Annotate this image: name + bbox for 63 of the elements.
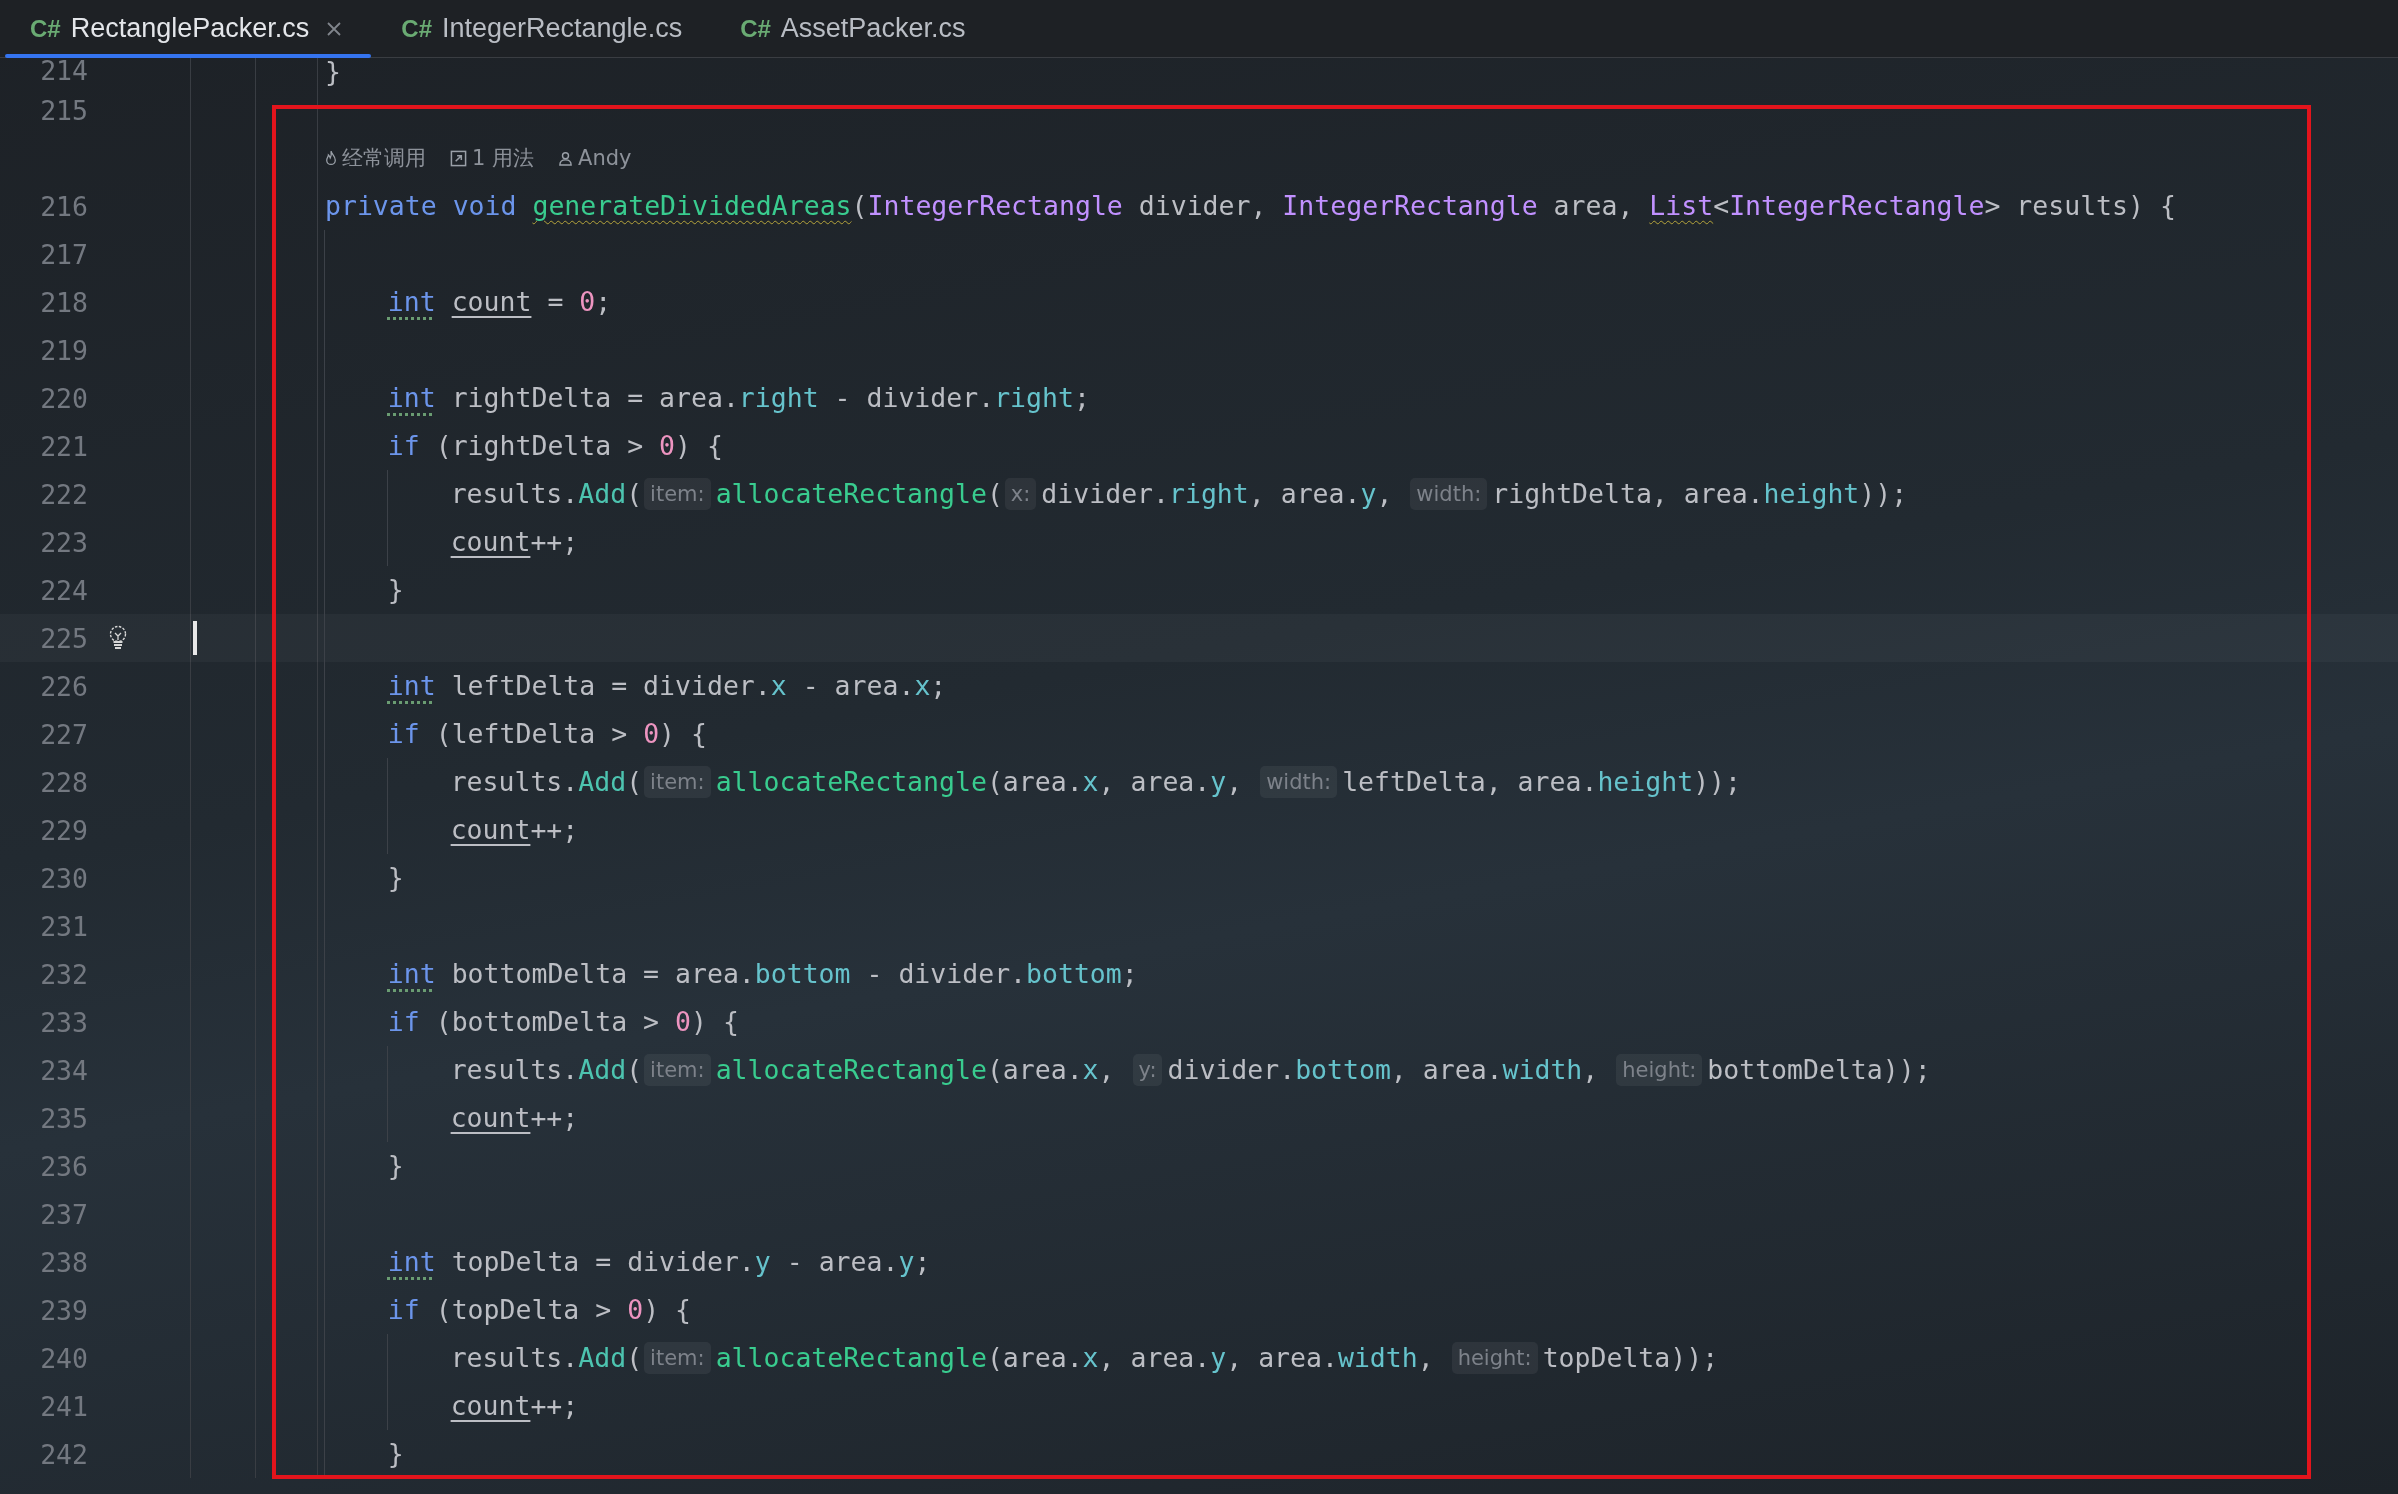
line-number: 215 xyxy=(39,94,88,126)
code-line: int leftDelta = divider.x - area.x; xyxy=(325,662,947,710)
line-number: 229 xyxy=(39,814,88,846)
code-line: int rightDelta = area.right - divider.right; xyxy=(325,374,1090,422)
external-link-icon xyxy=(450,149,467,167)
line-number: 235 xyxy=(39,1102,88,1134)
line-number: 214 xyxy=(39,55,88,86)
editor-tab[interactable]: C# RectanglePacker.cs xyxy=(0,0,372,57)
code-line: private void generateDividedAreas(IntegerRectangle divider, IntegerRectangle area, List<IntegerRectangle> results) { xyxy=(325,189,2176,223)
line-number: 238 xyxy=(39,1246,88,1278)
lightbulb-icon[interactable] xyxy=(108,625,128,651)
line-number: 226 xyxy=(39,670,88,702)
code-line: if (bottomDelta > 0) { xyxy=(325,998,739,1046)
line-number: 232 xyxy=(39,958,88,990)
line-number: 239 xyxy=(39,1294,88,1326)
line-number: 231 xyxy=(39,910,88,942)
code-lens-item[interactable]: 1 用法 xyxy=(450,144,535,172)
line-number: 228 xyxy=(39,766,88,798)
code-line: count++; xyxy=(325,1094,579,1142)
line-number: 236 xyxy=(39,1150,88,1182)
code-line: int bottomDelta = area.bottom - divider.bottom; xyxy=(325,950,1138,998)
code-line: } xyxy=(325,1430,404,1478)
editor-tab[interactable]: C# IntegerRectangle.cs xyxy=(371,0,711,57)
code-line: if (leftDelta > 0) { xyxy=(325,710,707,758)
line-number: 227 xyxy=(39,718,88,750)
line-number: 224 xyxy=(39,574,88,606)
code-line: } xyxy=(325,566,404,614)
flame-icon xyxy=(325,150,337,166)
code-lens-item[interactable]: 经常调用 xyxy=(325,144,426,172)
line-number: 225 xyxy=(39,622,88,654)
code-line: if (topDelta > 0) { xyxy=(325,1286,691,1334)
line-number: 242 xyxy=(39,1438,88,1470)
code-line: results.Add( item: allocateRectangle(area.x, area.y, width: leftDelta, area.height)); xyxy=(325,758,1741,806)
editor-tab[interactable]: C# AssetPacker.cs xyxy=(710,0,994,57)
code-line: int topDelta = divider.y - area.y; xyxy=(325,1238,931,1286)
line-number: 216 xyxy=(39,190,88,222)
code-line: count++; xyxy=(325,518,579,566)
code-line: results.Add( item: allocateRectangle(area.x, y: divider.bottom, area.width, height: bottomDelta)); xyxy=(325,1046,1931,1094)
person-icon xyxy=(558,150,574,166)
line-number: 241 xyxy=(39,1390,88,1422)
code-line: if (rightDelta > 0) { xyxy=(325,422,723,470)
code-line: int count = 0; xyxy=(325,278,612,326)
code-line: count++; xyxy=(325,1382,579,1430)
line-number: 221 xyxy=(39,430,88,462)
line-number: 240 xyxy=(39,1342,88,1374)
line-number: 234 xyxy=(39,1054,88,1086)
line-number: 219 xyxy=(39,334,88,366)
code-line: } xyxy=(325,854,404,902)
line-number: 220 xyxy=(39,382,88,414)
code-lens-item[interactable]: Andy xyxy=(558,146,632,170)
close-icon[interactable] xyxy=(325,19,344,38)
line-number: 218 xyxy=(39,286,88,318)
code-line: count++; xyxy=(325,806,579,854)
code-line: } xyxy=(325,58,341,86)
line-number: 222 xyxy=(39,478,88,510)
line-number: 237 xyxy=(39,1198,88,1230)
line-number: 217 xyxy=(39,238,88,270)
line-number: 223 xyxy=(39,526,88,558)
code-line: } xyxy=(325,1142,404,1190)
line-number: 230 xyxy=(39,862,88,894)
code-line: results.Add( item: allocateRectangle( x: divider.right, area.y, width: rightDelta, area.height)); xyxy=(325,470,1908,518)
code-line: results.Add( item: allocateRectangle(area.x, area.y, area.width, height: topDelta)); xyxy=(325,1334,1719,1382)
line-number: 233 xyxy=(39,1006,88,1038)
